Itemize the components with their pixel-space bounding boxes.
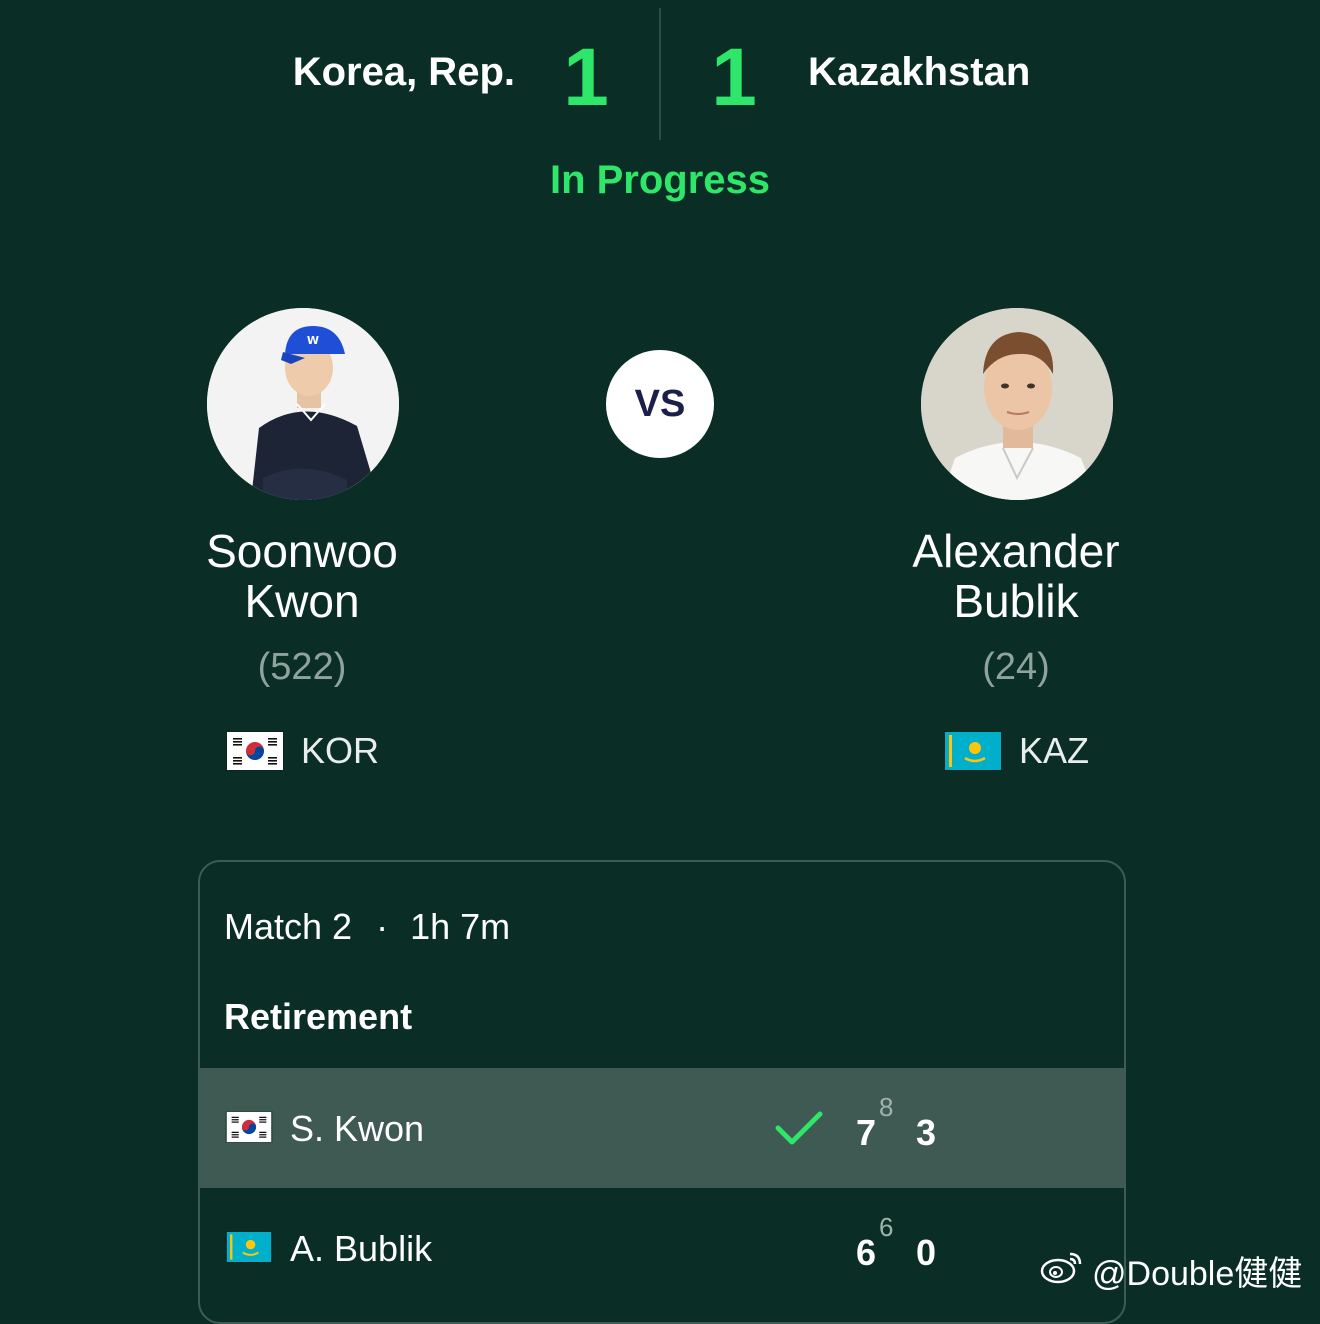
- match-duration: 1h 7m: [410, 906, 511, 947]
- set-1-tiebreak: 8: [879, 1092, 894, 1122]
- meta-separator: ·: [376, 906, 389, 947]
- match-number: Match 2: [224, 906, 353, 947]
- player-first-name: Alexander: [912, 525, 1120, 577]
- set-2-score: 3: [916, 1112, 937, 1153]
- player-name-away[interactable]: Alexander Bublik: [836, 526, 1196, 626]
- south-korea-flag-icon: [227, 732, 283, 770]
- match-meta: Match 2 · 1h 7m: [224, 906, 510, 948]
- svg-text:W: W: [307, 334, 319, 347]
- weibo-icon: [1040, 1248, 1086, 1293]
- row-player-name: A. Bublik: [290, 1228, 433, 1269]
- player-avatar-bublik[interactable]: [921, 308, 1113, 500]
- winner-check-icon: [774, 1108, 824, 1153]
- set-2-score: 0: [916, 1232, 937, 1273]
- south-korea-flag-icon: [226, 1112, 272, 1142]
- player-last-name: Kwon: [244, 575, 360, 627]
- watermark: @Double健健: [1040, 1246, 1302, 1295]
- score-row[interactable]: S. Kwon 7 8 3: [200, 1068, 1124, 1188]
- player-name-home[interactable]: Soonwoo Kwon: [122, 526, 482, 626]
- kazakhstan-flag-icon: [945, 732, 1001, 770]
- tie-status: In Progress: [549, 158, 771, 202]
- away-team-score: 1: [711, 32, 757, 123]
- match-result-label: Retirement: [224, 996, 413, 1037]
- home-team-name[interactable]: Korea, Rep.: [150, 50, 515, 95]
- player-country-away: KAZ: [945, 730, 1089, 772]
- player-first-name: Soonwoo: [206, 525, 398, 577]
- player-last-name: Bublik: [953, 575, 1079, 627]
- player-rank-away: (24): [982, 646, 1050, 688]
- score-divider: [659, 8, 661, 140]
- set-1-score: 7: [856, 1112, 877, 1153]
- watermark-text: @Double健健: [1092, 1255, 1303, 1293]
- player-rank-home: (522): [257, 646, 347, 688]
- country-code: KAZ: [1019, 730, 1090, 771]
- player-country-home: KOR: [227, 730, 379, 772]
- away-team-name[interactable]: Kazakhstan: [808, 50, 1030, 95]
- match-card[interactable]: Match 2 · 1h 7m Retirement S. Kwon 7 8 3…: [198, 860, 1126, 1324]
- player-avatar-kwon[interactable]: W: [207, 308, 399, 500]
- vs-badge: VS: [606, 350, 714, 458]
- set-1-tiebreak: 6: [879, 1212, 894, 1242]
- country-code: KOR: [301, 730, 380, 771]
- score-row[interactable]: A. Bublik 6 6 0: [200, 1188, 1124, 1308]
- set-1-score: 6: [856, 1232, 877, 1273]
- home-team-score: 1: [563, 32, 609, 123]
- kazakhstan-flag-icon: [226, 1232, 272, 1262]
- row-player-name: S. Kwon: [290, 1108, 425, 1149]
